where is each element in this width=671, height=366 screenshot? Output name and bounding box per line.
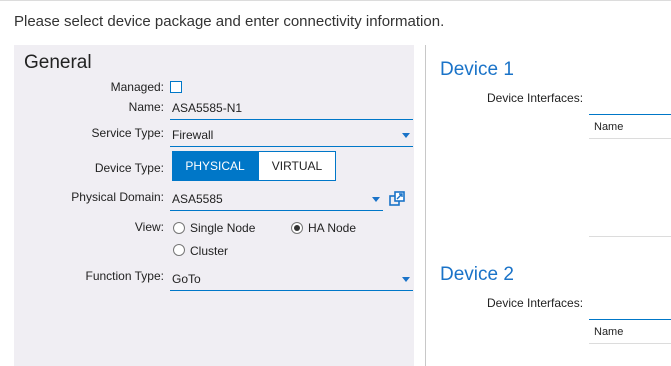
device-type-virtual-button[interactable]: VIRTUAL <box>258 151 336 181</box>
managed-label: Managed: <box>110 80 164 94</box>
name-label: Name: <box>128 100 164 114</box>
device-2-table-top <box>589 319 671 320</box>
name-input-underline <box>170 119 413 120</box>
service-type-label: Service Type: <box>91 126 164 140</box>
device-2-title: Device 2 <box>440 264 514 285</box>
panel-divider <box>425 45 426 366</box>
function-type-chevron-down-icon[interactable] <box>402 277 410 282</box>
general-title: General <box>24 52 92 73</box>
service-type-underline <box>170 146 413 147</box>
device-1-column-name[interactable]: Name <box>594 121 623 133</box>
view-cluster-radio[interactable] <box>173 244 185 256</box>
device-type-physical-button[interactable]: PHYSICAL <box>172 151 258 181</box>
managed-checkbox[interactable] <box>170 81 182 93</box>
function-type-label: Function Type: <box>85 269 165 283</box>
view-single-node-radio[interactable] <box>173 222 185 234</box>
physical-domain-select[interactable]: ASA5585 <box>172 192 223 206</box>
physical-domain-underline <box>170 210 383 211</box>
open-external-icon[interactable] <box>389 191 405 207</box>
view-single-node-label[interactable]: Single Node <box>190 221 255 235</box>
view-label: View: <box>134 220 164 234</box>
physical-domain-chevron-down-icon[interactable] <box>372 197 380 202</box>
name-input[interactable]: ASA5585-N1 <box>172 101 242 115</box>
page-instruction: Please select device package and enter c… <box>14 13 445 30</box>
device-1-header-line <box>589 138 671 139</box>
view-ha-node-label[interactable]: HA Node <box>308 221 356 235</box>
service-type-select[interactable]: Firewall <box>172 128 213 142</box>
device-2-interfaces-label: Device Interfaces: <box>487 296 584 310</box>
device-1-interfaces-label: Device Interfaces: <box>487 91 584 105</box>
device-1-table-bottom <box>589 236 671 237</box>
device-2-header-line <box>589 343 671 344</box>
function-type-underline <box>170 290 413 291</box>
device-1-title: Device 1 <box>440 59 514 80</box>
top-border <box>0 0 671 1</box>
view-cluster-label[interactable]: Cluster <box>190 244 228 258</box>
general-panel: General Managed: Name: ASA5585-N1 Servic… <box>14 45 414 366</box>
device-1-table-top <box>589 114 671 115</box>
device-type-label: Device Type: <box>94 161 164 175</box>
view-ha-node-radio[interactable] <box>291 222 303 234</box>
function-type-select[interactable]: GoTo <box>172 272 201 286</box>
device-2-column-name[interactable]: Name <box>594 326 623 338</box>
physical-domain-label: Physical Domain: <box>71 190 164 204</box>
service-type-chevron-down-icon[interactable] <box>402 133 410 138</box>
